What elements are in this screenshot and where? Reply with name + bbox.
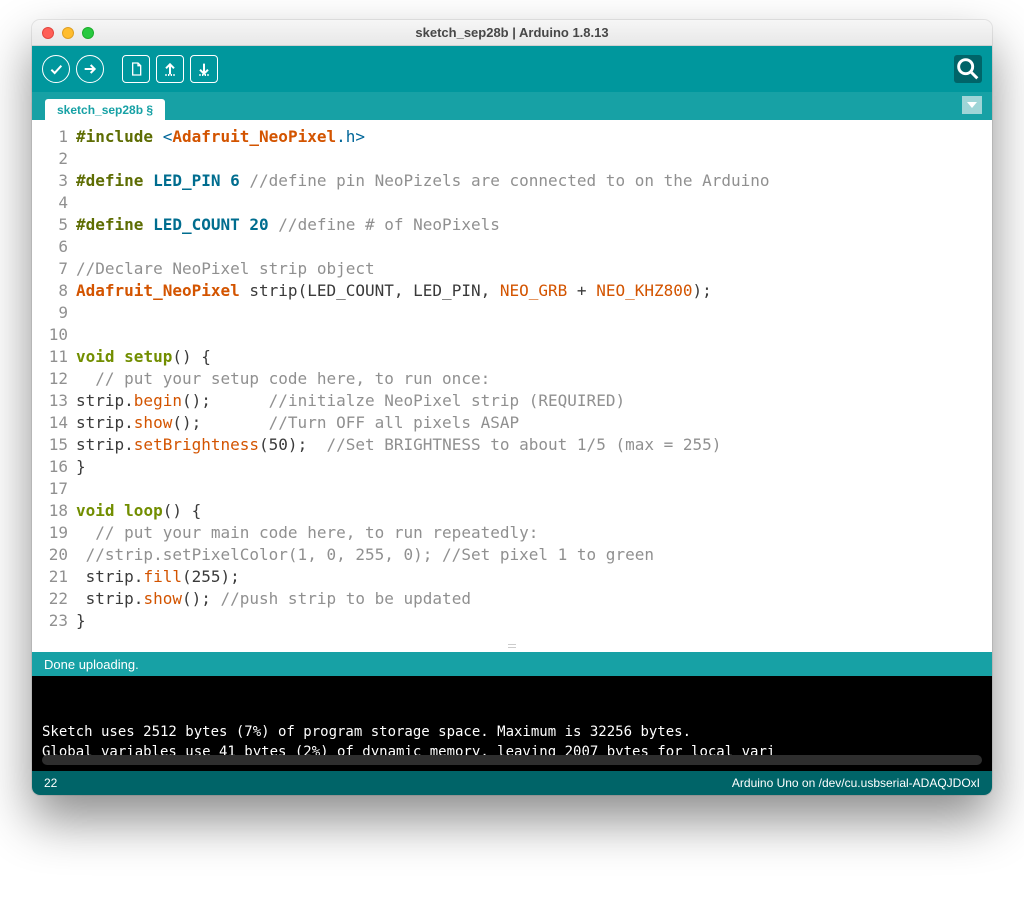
board-port-info: Arduino Uno on /dev/cu.usbserial-ADAQJDO…	[732, 776, 980, 790]
footer-bar: 22 Arduino Uno on /dev/cu.usbserial-ADAQ…	[32, 771, 992, 795]
toolbar	[32, 46, 992, 92]
line-number: 19	[32, 522, 68, 544]
sketch-tab[interactable]: sketch_sep28b §	[44, 98, 166, 120]
line-number: 18	[32, 500, 68, 522]
code-line[interactable]: }	[76, 610, 992, 632]
code-line[interactable]: strip.show(); //push strip to be updated	[76, 588, 992, 610]
tab-menu-button[interactable]	[962, 96, 982, 114]
code-line[interactable]: //Declare NeoPixel strip object	[76, 258, 992, 280]
editor-console-splitter[interactable]	[32, 640, 992, 652]
line-number: 4	[32, 192, 68, 214]
line-number: 10	[32, 324, 68, 346]
window-titlebar[interactable]: sketch_sep28b | Arduino 1.8.13	[32, 20, 992, 46]
open-sketch-button[interactable]	[156, 55, 184, 83]
code-line[interactable]	[76, 192, 992, 214]
line-number: 23	[32, 610, 68, 632]
line-number: 20	[32, 544, 68, 566]
line-number: 6	[32, 236, 68, 258]
upload-button[interactable]	[76, 55, 104, 83]
line-number: 16	[32, 456, 68, 478]
code-line[interactable]: #define LED_PIN 6 //define pin NeoPizels…	[76, 170, 992, 192]
code-line[interactable]: // put your main code here, to run repea…	[76, 522, 992, 544]
code-line[interactable]: //strip.setPixelColor(1, 0, 255, 0); //S…	[76, 544, 992, 566]
code-line[interactable]	[76, 236, 992, 258]
line-number: 8	[32, 280, 68, 302]
code-line[interactable]	[76, 478, 992, 500]
status-bar: Done uploading.	[32, 652, 992, 676]
line-number: 11	[32, 346, 68, 368]
console-line: Sketch uses 2512 bytes (7%) of program s…	[42, 722, 982, 742]
arrow-up-icon	[162, 61, 178, 77]
code-editor[interactable]: 1234567891011121314151617181920212223 #i…	[32, 120, 992, 640]
arrow-right-icon	[82, 61, 98, 77]
code-line[interactable]: Adafruit_NeoPixel strip(LED_COUNT, LED_P…	[76, 280, 992, 302]
console-output[interactable]: Sketch uses 2512 bytes (7%) of program s…	[32, 676, 992, 771]
window-title: sketch_sep28b | Arduino 1.8.13	[32, 25, 992, 40]
code-line[interactable]	[76, 148, 992, 170]
code-line[interactable]: strip.show(); //Turn OFF all pixels ASAP	[76, 412, 992, 434]
code-line[interactable]	[76, 302, 992, 324]
line-number: 13	[32, 390, 68, 412]
console-horizontal-scrollbar[interactable]	[42, 755, 982, 765]
serial-monitor-button[interactable]	[954, 55, 982, 83]
sketch-tab-bar: sketch_sep28b §	[32, 92, 992, 120]
line-number: 7	[32, 258, 68, 280]
code-line[interactable]: strip.fill(255);	[76, 566, 992, 588]
code-line[interactable]: strip.begin(); //initialze NeoPixel stri…	[76, 390, 992, 412]
verify-button[interactable]	[42, 55, 70, 83]
line-number: 3	[32, 170, 68, 192]
line-number: 14	[32, 412, 68, 434]
code-line[interactable]: strip.setBrightness(50); //Set BRIGHTNES…	[76, 434, 992, 456]
line-number: 2	[32, 148, 68, 170]
code-line[interactable]: #include <Adafruit_NeoPixel.h>	[76, 126, 992, 148]
arduino-ide-window: sketch_sep28b | Arduino 1.8.13 sketch_se…	[32, 20, 992, 795]
line-number: 12	[32, 368, 68, 390]
chevron-down-icon	[967, 101, 977, 109]
new-sketch-button[interactable]	[122, 55, 150, 83]
line-number: 5	[32, 214, 68, 236]
code-line[interactable]	[76, 324, 992, 346]
status-message: Done uploading.	[44, 657, 139, 672]
line-number-gutter: 1234567891011121314151617181920212223	[32, 126, 76, 632]
code-area[interactable]: #include <Adafruit_NeoPixel.h> #define LE…	[76, 126, 992, 632]
arrow-down-icon	[196, 61, 212, 77]
code-line[interactable]: void loop() {	[76, 500, 992, 522]
line-number: 21	[32, 566, 68, 588]
code-line[interactable]: }	[76, 456, 992, 478]
line-number: 17	[32, 478, 68, 500]
line-number: 22	[32, 588, 68, 610]
code-line[interactable]: #define LED_COUNT 20 //define # of NeoPi…	[76, 214, 992, 236]
code-line[interactable]: // put your setup code here, to run once…	[76, 368, 992, 390]
line-number: 9	[32, 302, 68, 324]
save-sketch-button[interactable]	[190, 55, 218, 83]
code-line[interactable]: void setup() {	[76, 346, 992, 368]
line-number: 1	[32, 126, 68, 148]
magnify-icon	[954, 55, 982, 83]
cursor-line-indicator: 22	[44, 776, 57, 790]
check-icon	[48, 61, 64, 77]
line-number: 15	[32, 434, 68, 456]
file-icon	[128, 61, 144, 77]
